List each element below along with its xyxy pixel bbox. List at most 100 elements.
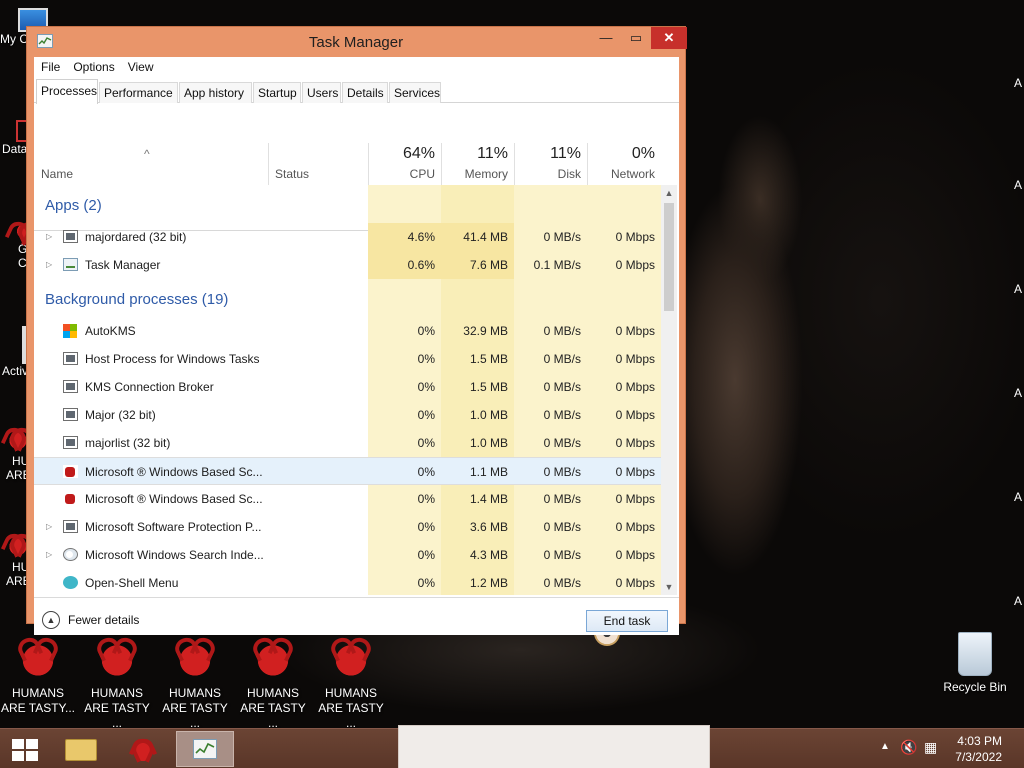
clock-date[interactable]: 7/3/2022 bbox=[955, 750, 1002, 764]
taskbar-file-explorer[interactable] bbox=[58, 731, 104, 767]
desktop-icon-humans-5[interactable]: HUMANS ARE TASTY ... bbox=[313, 634, 389, 728]
cpu-value: 0% bbox=[417, 408, 435, 422]
tab-processes[interactable]: Processes bbox=[36, 79, 98, 104]
disk-value: 0 MB/s bbox=[543, 576, 581, 590]
chevron-up-icon[interactable]: ▲ bbox=[42, 611, 60, 629]
memory-cell: 1.0 MB bbox=[441, 429, 514, 457]
taskbar-task-manager[interactable] bbox=[176, 731, 234, 767]
system-tray: ▲ 🔇 ▦ 4:03 PM 7/3/2022 bbox=[864, 729, 1024, 768]
demon-icon bbox=[171, 634, 219, 682]
disk-cell: 0 MB/s bbox=[514, 485, 587, 513]
network-cell: 0 Mbps bbox=[587, 458, 661, 484]
network-cell: 0 Mbps bbox=[587, 541, 661, 569]
network-icon[interactable]: ▦ bbox=[924, 739, 937, 756]
taskbar-thumbnail-preview[interactable] bbox=[398, 725, 710, 768]
column-network[interactable]: 0% Network bbox=[587, 103, 661, 185]
desktop-icon-humans-1[interactable]: HUMANS ARE TASTY... bbox=[0, 634, 76, 716]
title-bar[interactable]: Task Manager — ▭ ✕ bbox=[27, 27, 687, 57]
memory-value: 1.2 MB bbox=[469, 576, 508, 590]
group-header[interactable]: Apps (2) bbox=[34, 185, 661, 223]
demon-icon bbox=[14, 634, 62, 682]
tab-app-history[interactable]: App history bbox=[179, 82, 252, 103]
network-value: 0 Mbps bbox=[615, 380, 655, 394]
window-icon bbox=[63, 352, 78, 365]
expand-arrow-icon[interactable]: ▷ bbox=[46, 550, 52, 559]
heat-cell bbox=[587, 279, 661, 317]
disk-value: 0 MB/s bbox=[543, 436, 581, 450]
window-icon bbox=[63, 520, 78, 533]
table-row[interactable]: 0.6% 7.6 MB 0.1 MB/s 0 Mbps ▷ Task Manager bbox=[34, 251, 661, 279]
expand-arrow-icon[interactable]: ▷ bbox=[46, 232, 52, 241]
table-row[interactable]: 4.6% 41.4 MB 0 MB/s 0 Mbps ▷ majordared (32 b… bbox=[34, 223, 661, 251]
table-row[interactable]: 0% 3.6 MB 0 MB/s 0 Mbps ▷ Microsoft Software … bbox=[34, 513, 661, 541]
menu-view[interactable]: View bbox=[121, 57, 160, 74]
column-cpu[interactable]: 64% CPU bbox=[368, 103, 441, 185]
desktop-icon-humans-3[interactable]: HUMANS ARE TASTY ... bbox=[157, 634, 233, 728]
disk-cell: 0 MB/s bbox=[514, 373, 587, 401]
tray-chevron-icon[interactable]: ▲ bbox=[880, 741, 890, 752]
close-button[interactable]: ✕ bbox=[651, 27, 687, 49]
scroll-thumb[interactable] bbox=[664, 203, 674, 311]
volume-muted-icon[interactable]: 🔇 bbox=[900, 739, 917, 756]
clock-time[interactable]: 4:03 PM bbox=[957, 734, 1002, 748]
expand-arrow-icon[interactable]: ▷ bbox=[46, 522, 52, 531]
tab-performance[interactable]: Performance bbox=[99, 82, 178, 103]
tab-details[interactable]: Details bbox=[342, 82, 388, 103]
memory-cell: 1.0 MB bbox=[441, 401, 514, 429]
fewer-details-link[interactable]: Fewer details bbox=[68, 613, 139, 627]
memory-value: 4.3 MB bbox=[469, 548, 508, 562]
desktop-icon-humans-4[interactable]: HUMANS ARE TASTY ... bbox=[235, 634, 311, 728]
end-task-button[interactable]: End task bbox=[586, 610, 668, 632]
table-row[interactable]: 0% 1.5 MB 0 MB/s 0 Mbps Host Process for Win… bbox=[34, 345, 661, 373]
table-row[interactable]: 0% 1.0 MB 0 MB/s 0 Mbps majorlist (32 bit) bbox=[34, 429, 661, 457]
red-app-icon bbox=[63, 465, 78, 478]
network-value: 0 Mbps bbox=[615, 258, 655, 272]
group-header[interactable]: Background processes (19) bbox=[34, 279, 661, 317]
minimize-button[interactable]: — bbox=[591, 27, 621, 49]
process-name: majordared (32 bit) bbox=[85, 230, 187, 244]
desktop-icon-recycle-bin[interactable]: Recycle Bin bbox=[937, 632, 1013, 695]
demon-icon bbox=[249, 634, 297, 682]
desktop-icon-humans-2[interactable]: HUMANS ARE TASTY ... bbox=[79, 634, 155, 728]
tab-strip: Processes Performance App history Startu… bbox=[34, 79, 679, 104]
table-row[interactable]: 0% 4.3 MB 0 MB/s 0 Mbps ▷ Microsoft Windows S… bbox=[34, 541, 661, 569]
table-row[interactable]: 0% 1.4 MB 0 MB/s 0 Mbps Microsoft ® Windows … bbox=[34, 485, 661, 513]
scroll-up-icon[interactable]: ▲ bbox=[661, 185, 677, 201]
process-name: Open-Shell Menu bbox=[85, 576, 179, 590]
table-row[interactable]: 0% 1.5 MB 0 MB/s 0 Mbps KMS Connection Broke… bbox=[34, 373, 661, 401]
menu-options[interactable]: Options bbox=[66, 57, 120, 74]
cpu-cell: 0% bbox=[368, 429, 441, 457]
taskbar-demon-app[interactable] bbox=[120, 731, 166, 767]
vertical-scrollbar[interactable]: ▲ ▼ bbox=[661, 185, 677, 595]
memory-value: 1.5 MB bbox=[469, 380, 508, 394]
table-row[interactable]: 0% 1.2 MB 0 MB/s 0 Mbps Open-Shell Menu bbox=[34, 569, 661, 595]
memory-value: 41.4 MB bbox=[463, 230, 508, 244]
network-value: 0 Mbps bbox=[615, 230, 655, 244]
tab-startup[interactable]: Startup bbox=[253, 82, 301, 103]
process-name: Microsoft Software Protection P... bbox=[85, 520, 262, 534]
memory-value: 1.1 MB bbox=[469, 465, 508, 479]
table-row[interactable]: 0% 32.9 MB 0 MB/s 0 Mbps AutoKMS bbox=[34, 317, 661, 345]
memory-cell: 1.2 MB bbox=[441, 569, 514, 595]
network-value: 0 Mbps bbox=[615, 492, 655, 506]
process-name: majorlist (32 bit) bbox=[85, 436, 171, 450]
scroll-down-icon[interactable]: ▼ bbox=[661, 579, 677, 595]
tab-services[interactable]: Services bbox=[389, 82, 441, 103]
menu-file[interactable]: File bbox=[34, 57, 66, 74]
group-label: Background processes (19) bbox=[45, 291, 229, 308]
table-row[interactable]: 0% 1.0 MB 0 MB/s 0 Mbps Major (32 bit) bbox=[34, 401, 661, 429]
column-name[interactable]: Name bbox=[34, 103, 268, 185]
maximize-button[interactable]: ▭ bbox=[621, 27, 651, 49]
footer: ▲ Fewer details End task bbox=[34, 597, 679, 635]
column-memory[interactable]: 11% Memory bbox=[441, 103, 514, 185]
table-row[interactable]: 0% 1.1 MB 0 MB/s 0 Mbps Microsoft ® Windows … bbox=[34, 457, 661, 485]
start-button[interactable] bbox=[2, 731, 48, 767]
network-value: 0 Mbps bbox=[615, 520, 655, 534]
column-status[interactable]: Status bbox=[268, 103, 368, 185]
disk-value: 0 MB/s bbox=[543, 408, 581, 422]
cpu-value: 0% bbox=[417, 492, 435, 506]
column-disk[interactable]: 11% Disk bbox=[514, 103, 587, 185]
cpu-cell: 0% bbox=[368, 485, 441, 513]
tab-users[interactable]: Users bbox=[302, 82, 341, 103]
expand-arrow-icon[interactable]: ▷ bbox=[46, 260, 52, 269]
